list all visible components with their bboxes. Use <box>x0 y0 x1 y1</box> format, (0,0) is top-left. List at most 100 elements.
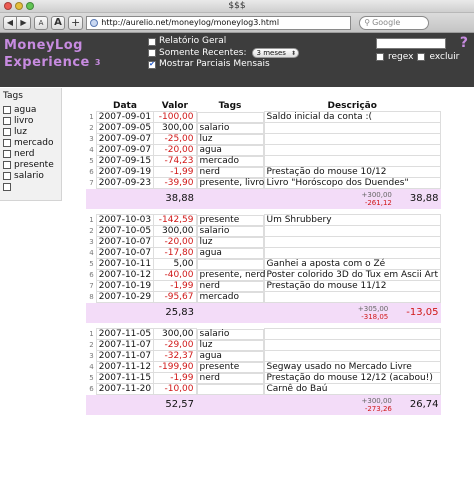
tags-cell: luz <box>196 236 264 248</box>
text-smaller-button[interactable]: A <box>34 15 48 30</box>
table-row: 1 2007-10-03 -142,59 presente Um Shrubbery <box>86 214 441 226</box>
value-cell: -74,23 <box>153 155 197 167</box>
table-row: 4 2007-10-07 -17,80 agua <box>86 247 441 259</box>
tag-checkbox[interactable] <box>3 127 11 136</box>
value-cell: 300,00 <box>153 328 197 340</box>
table-row: 8 2007-10-29 -95,67 mercado <box>86 291 441 303</box>
tags-cell: agua <box>196 247 264 259</box>
text-larger-button[interactable]: A <box>51 15 65 30</box>
address-bar[interactable]: http://aurelio.net/moneylog/moneylog3.ht… <box>86 15 352 30</box>
tag-checkbox[interactable] <box>3 138 11 147</box>
forward-button[interactable]: ▶ <box>17 15 31 30</box>
logo-line2: Experience <box>4 55 90 70</box>
tag-label: nerd <box>14 148 35 159</box>
table-row: 3 2007-11-07 -32,37 agua <box>86 350 441 362</box>
tag-item[interactable]: salario <box>3 170 61 181</box>
month-balance: 38,88 <box>409 193 439 205</box>
tags-cell: luz <box>196 133 264 145</box>
globe-icon <box>90 18 99 27</box>
tag-checkbox[interactable] <box>3 160 11 169</box>
tag-checkbox[interactable] <box>3 171 11 180</box>
tags-cell: salario <box>196 122 264 134</box>
row-number: 1 <box>89 216 94 224</box>
tag-checkbox[interactable] <box>3 116 11 125</box>
month-balance: 26,74 <box>409 399 439 411</box>
date-cell: 2007-10-05 <box>95 225 155 237</box>
col-header-tags[interactable]: Tags <box>196 101 264 112</box>
tag-checkbox[interactable] <box>3 182 11 191</box>
tag-item[interactable]: presente <box>3 159 61 170</box>
back-button[interactable]: ◀ <box>3 15 17 30</box>
excluir-checkbox[interactable] <box>417 53 426 61</box>
tag-item[interactable] <box>3 181 61 192</box>
col-header-data[interactable]: Data <box>96 101 154 112</box>
description-cell <box>263 144 441 156</box>
tags-cell: agua <box>196 350 264 362</box>
search-field[interactable]: ⚲ Google <box>359 15 430 30</box>
table-row: 1 2007-09-01 -100,00 Saldo inicial da conta… <box>86 111 441 123</box>
recentes-select[interactable]: 3 meses ⬍ <box>251 48 299 59</box>
date-cell: 2007-10-03 <box>95 214 155 226</box>
value-cell: -100,00 <box>153 111 197 123</box>
tag-item[interactable]: mercado <box>3 137 61 148</box>
value-cell: -17,80 <box>153 247 197 259</box>
tag-item[interactable]: nerd <box>3 148 61 159</box>
date-cell: 2007-11-07 <box>95 350 155 362</box>
date-cell: 2007-10-19 <box>95 280 155 292</box>
value-cell: -1,99 <box>153 372 197 384</box>
updown-arrow-icon: ⬍ <box>290 49 296 57</box>
partial-negative: -261,12 <box>364 198 392 207</box>
partial-negative: -273,26 <box>364 404 392 413</box>
tags-cell: presente, nerd <box>196 269 265 281</box>
row-number: 4 <box>89 146 94 154</box>
tags-cell: nerd <box>196 166 264 178</box>
somente-recentes-checkbox[interactable] <box>148 49 156 58</box>
tag-label: salario <box>14 170 44 181</box>
regex-checkbox[interactable] <box>376 53 384 61</box>
regex-label: regex <box>388 52 414 62</box>
recentes-select-value: 3 meses <box>256 48 286 57</box>
tag-item[interactable]: luz <box>3 126 61 137</box>
col-header-valor[interactable]: Valor <box>154 101 196 112</box>
address-text: http://aurelio.net/moneylog/moneylog3.ht… <box>101 18 280 27</box>
value-cell: -20,00 <box>153 236 197 248</box>
app-header: MoneyLog Experience 3 Relatório Geral So… <box>0 33 474 87</box>
date-cell: 2007-09-19 <box>95 166 155 178</box>
tags-cell: mercado <box>196 155 264 167</box>
tag-label: mercado <box>14 137 54 148</box>
tag-checkbox[interactable] <box>3 105 11 114</box>
table-row: 6 2007-10-12 -40,00 presente, nerd Poster co… <box>86 269 441 281</box>
row-number: 3 <box>89 238 94 246</box>
somente-recentes-label: Somente Recentes: <box>159 47 247 58</box>
month-partials: +300,00 -273,26 <box>362 397 392 413</box>
table-row: 4 2007-11-12 -199,90 presente Segway usado n… <box>86 361 441 373</box>
filter-input[interactable] <box>376 38 446 49</box>
table-row: 6 2007-11-20 -10,00 Carnê do Baú <box>86 383 441 395</box>
tag-item[interactable]: agua <box>3 104 61 115</box>
magnifier-icon: ⚲ <box>364 18 371 27</box>
description-cell: Prestação do mouse 11/12 <box>263 280 441 292</box>
tags-cell: presente <box>196 361 264 373</box>
description-cell: Ganhei a aposta com o Zé <box>263 258 441 270</box>
tag-item[interactable]: livro <box>3 115 61 126</box>
row-number: 1 <box>89 113 94 121</box>
description-cell: Prestação do mouse 12/12 (acabou!) <box>263 372 441 384</box>
row-number: 6 <box>89 385 94 393</box>
add-bookmark-button[interactable]: + <box>68 15 84 30</box>
row-number: 3 <box>89 352 94 360</box>
value-cell: -1,99 <box>153 166 197 178</box>
description-cell: Livro "Horóscopo dos Duendes" <box>263 177 441 189</box>
report-options: Relatório Geral Somente Recentes: 3 mese… <box>148 36 299 71</box>
mostrar-parciais-checkbox[interactable]: ✔ <box>148 60 156 69</box>
partial-positive: +300,00 <box>361 190 392 199</box>
col-header-descricao[interactable]: Descrição <box>264 101 441 112</box>
help-link[interactable]: ? <box>460 35 468 51</box>
transactions-table: Data Valor Tags Descrição 1 2007-09-01 -10… <box>86 101 441 415</box>
value-cell: 300,00 <box>153 225 197 237</box>
date-cell: 2007-09-23 <box>95 177 155 189</box>
tag-checkbox[interactable] <box>3 149 11 158</box>
relatorio-geral-checkbox[interactable] <box>148 37 156 46</box>
row-number: 5 <box>89 157 94 165</box>
date-cell: 2007-11-05 <box>95 328 155 340</box>
table-row: 1 2007-11-05 300,00 salario <box>86 328 441 340</box>
